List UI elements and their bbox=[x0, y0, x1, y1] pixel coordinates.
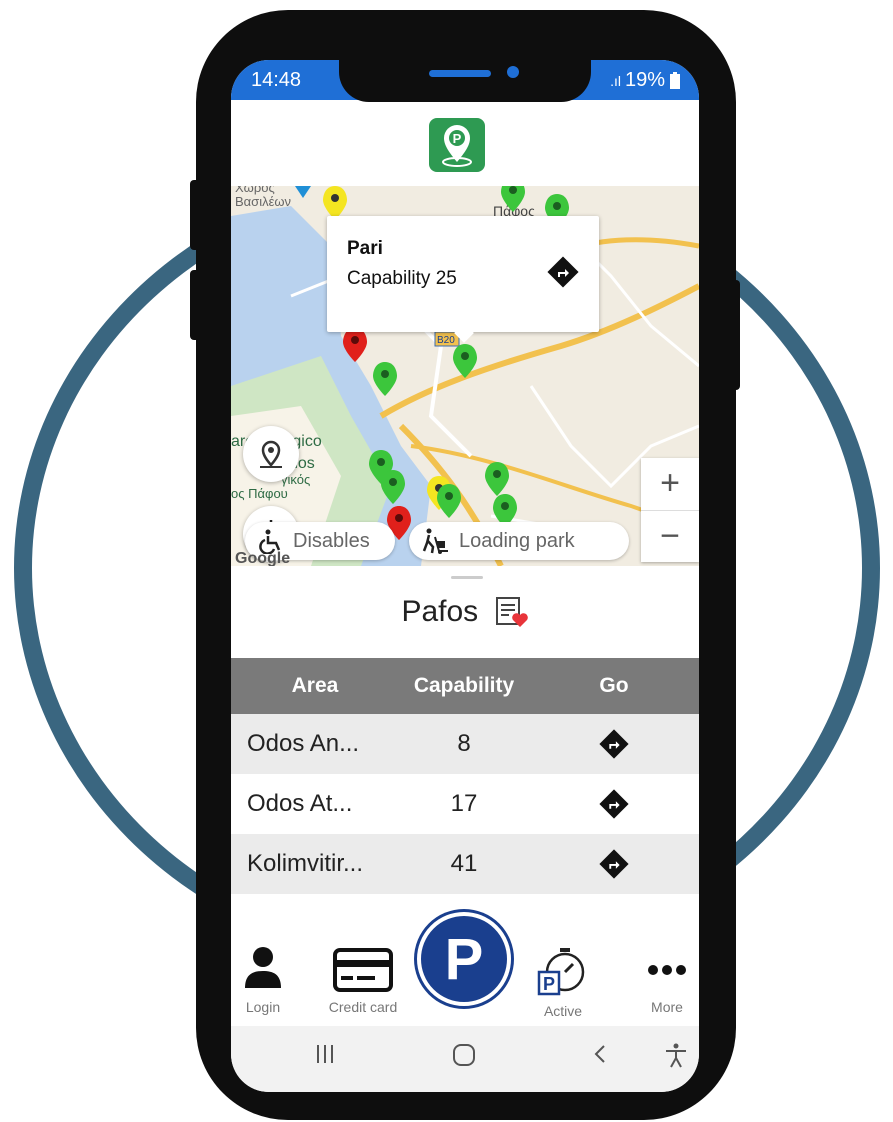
directions-icon bbox=[599, 789, 629, 819]
signal-icon: .ıl bbox=[610, 72, 621, 89]
camera-notch bbox=[339, 60, 591, 102]
header-go: Go bbox=[599, 674, 629, 697]
zoom-out-button[interactable]: − bbox=[641, 511, 699, 563]
recent-apps-icon bbox=[317, 1045, 333, 1063]
disabled-filter-label: Disables bbox=[293, 529, 370, 552]
nav-active-label: Active bbox=[543, 1003, 583, 1019]
map-label: ος Πάφου bbox=[231, 486, 288, 501]
directions-button[interactable] bbox=[547, 256, 579, 293]
park-button-label: P bbox=[444, 926, 484, 992]
table-row[interactable]: Odos An... 8 bbox=[231, 714, 699, 774]
back-chevron-icon bbox=[594, 1045, 605, 1063]
nav-more[interactable]: More bbox=[641, 944, 693, 1015]
status-time: 14:48 bbox=[251, 69, 302, 91]
loading-park-filter[interactable]: Loading park bbox=[409, 522, 629, 560]
svg-text:P: P bbox=[543, 974, 555, 994]
back-button[interactable] bbox=[589, 1042, 613, 1073]
directions-icon bbox=[599, 849, 629, 879]
nav-more-label: More bbox=[651, 999, 683, 1015]
user-icon bbox=[245, 947, 281, 988]
phone-power-button bbox=[730, 280, 740, 390]
table-row[interactable]: Odos At... 17 bbox=[231, 774, 699, 834]
zoom-in-button[interactable]: + bbox=[641, 458, 699, 511]
row-area: Odos At... bbox=[247, 790, 353, 817]
nav-credit-card-label: Credit card bbox=[328, 999, 398, 1015]
nearby-parking-button[interactable] bbox=[243, 426, 299, 482]
app-screen: 14:48 .ıl 19% P Χώρος Βασιλέων hos γικός… bbox=[231, 60, 699, 1092]
loading-filter-label: Loading park bbox=[459, 529, 575, 552]
more-dots-icon bbox=[648, 965, 686, 975]
go-button[interactable] bbox=[529, 729, 699, 759]
row-area: Kolimvitir... bbox=[247, 850, 364, 877]
popup-name: Pari bbox=[347, 238, 383, 259]
parking-map[interactable]: Χώρος Βασιλέων Πάφος archeologico hos γι… bbox=[231, 186, 699, 566]
hand-truck-icon bbox=[422, 528, 448, 554]
row-capability: 41 bbox=[450, 850, 478, 877]
zoom-controls: + − bbox=[641, 458, 699, 562]
table-row[interactable]: Kolimvitir... 41 bbox=[231, 834, 699, 894]
parking-areas-table: Area Capability Go Odos An... 8 Odos At.… bbox=[231, 658, 699, 894]
svg-text:P: P bbox=[453, 131, 462, 146]
nav-credit-card[interactable]: Credit card bbox=[321, 944, 405, 1015]
credit-card-icon bbox=[333, 948, 393, 992]
google-attribution[interactable]: Google bbox=[235, 550, 290, 566]
header-area: Area bbox=[291, 674, 339, 697]
battery-icon bbox=[670, 71, 680, 89]
go-button[interactable] bbox=[529, 849, 699, 879]
city-title: Pafos bbox=[401, 595, 479, 629]
recent-apps-button[interactable] bbox=[313, 1042, 337, 1073]
home-icon bbox=[453, 1044, 475, 1066]
system-navigation-bar bbox=[231, 1026, 699, 1092]
active-parking-timer-icon: P bbox=[537, 948, 585, 996]
directions-icon bbox=[547, 256, 579, 288]
phone-side-button bbox=[190, 270, 200, 340]
nav-login[interactable]: Login bbox=[239, 944, 287, 1015]
map-label: Βασιλέων bbox=[235, 194, 291, 209]
popup-capability: Capability 25 bbox=[347, 268, 457, 289]
app-logo: P bbox=[429, 118, 485, 172]
nav-login-label: Login bbox=[245, 999, 281, 1015]
nav-active[interactable]: P Active bbox=[531, 944, 595, 1019]
table-body: Odos An... 8 Odos At... 17 Kolimvitir...… bbox=[231, 714, 699, 894]
accessibility-button[interactable] bbox=[663, 1042, 689, 1075]
map-pin-search-icon bbox=[260, 440, 282, 468]
road-shield: Β20 bbox=[437, 335, 455, 346]
row-capability: 17 bbox=[450, 790, 478, 817]
park-button[interactable]: P bbox=[417, 912, 511, 1006]
header-capability: Capability bbox=[413, 674, 515, 697]
directions-icon bbox=[599, 729, 629, 759]
row-area: Odos An... bbox=[247, 730, 360, 757]
go-button[interactable] bbox=[529, 789, 699, 819]
favorites-list-icon[interactable] bbox=[493, 594, 529, 630]
accessibility-icon bbox=[666, 1043, 686, 1068]
table-header: Area Capability Go bbox=[231, 658, 699, 714]
phone-side-button bbox=[190, 180, 200, 250]
sheet-drag-handle[interactable] bbox=[451, 576, 483, 579]
battery-level: 19% bbox=[624, 69, 665, 91]
bottom-navigation: Login Credit card P P Active More bbox=[231, 912, 699, 1020]
parking-info-popup[interactable]: Pari Capability 25 bbox=[327, 216, 599, 343]
city-header: Pafos bbox=[231, 594, 699, 630]
parking-pin-logo-icon: P bbox=[442, 125, 472, 167]
row-capability: 8 bbox=[457, 730, 471, 757]
home-button[interactable] bbox=[451, 1042, 477, 1075]
